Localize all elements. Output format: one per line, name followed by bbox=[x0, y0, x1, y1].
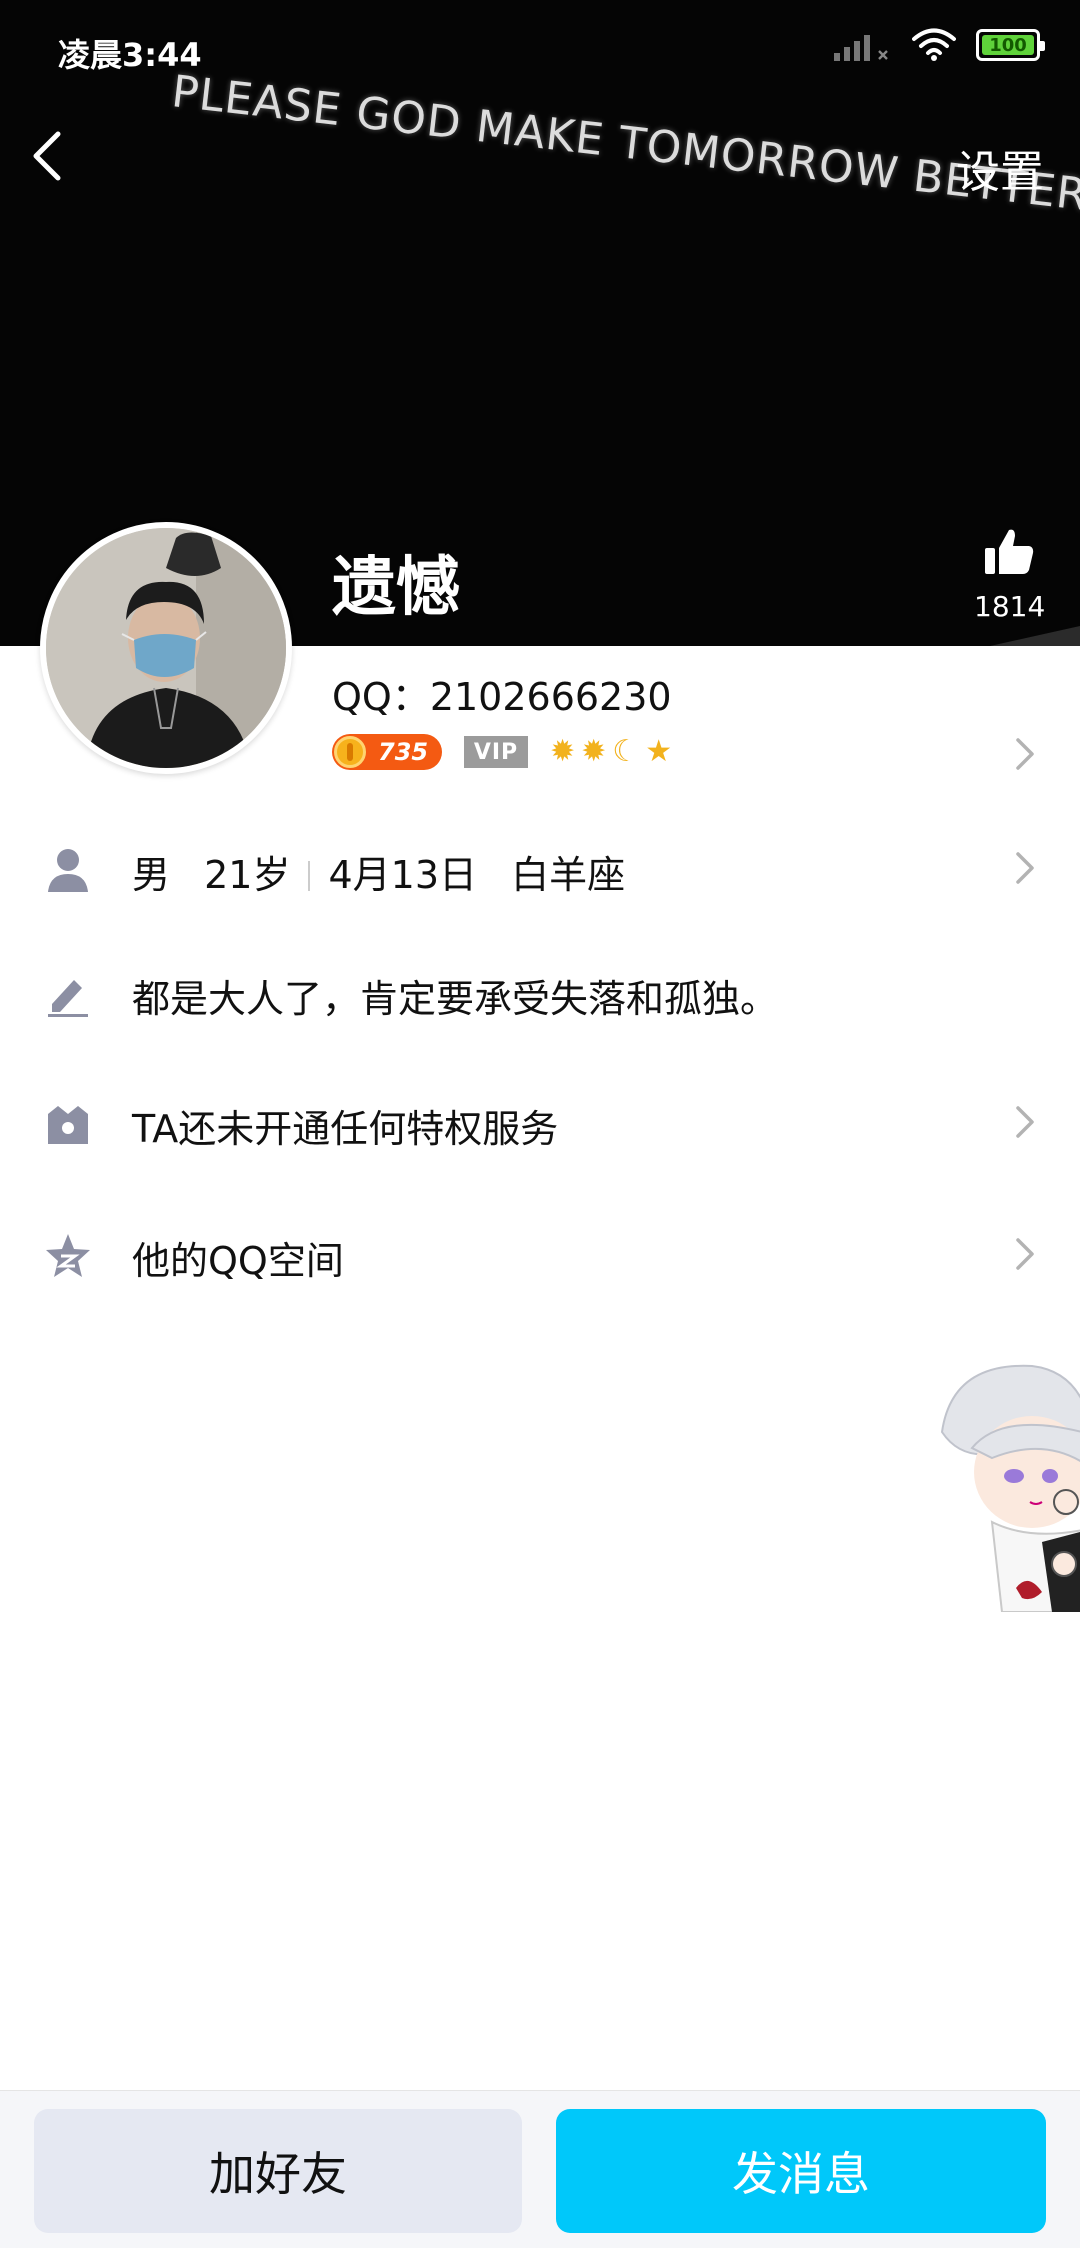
chevron-right-icon bbox=[1016, 1106, 1034, 1138]
privilege-text: TA还未开通任何特权服务 bbox=[132, 1107, 559, 1151]
like-button[interactable]: 1814 bbox=[974, 526, 1046, 623]
status-time: 凌晨3:44 bbox=[58, 36, 202, 74]
battery-icon: 100 bbox=[976, 29, 1045, 61]
coin-icon bbox=[334, 736, 366, 768]
settings-button[interactable]: 设置 bbox=[956, 136, 1044, 200]
cover-banner-text: PLEASE GOD MAKE TOMORROW BETTER bbox=[169, 66, 1080, 222]
vip-badge: VIP bbox=[464, 736, 528, 768]
thumbs-up-icon bbox=[985, 529, 1034, 574]
shop-icon bbox=[48, 1106, 88, 1144]
zodiac: 白羊座 bbox=[511, 853, 626, 897]
signature-text: 都是大人了，肯定要承受失落和孤独。 bbox=[132, 977, 779, 1021]
birthday: 4月13日 bbox=[328, 853, 477, 897]
coin-value: 735 bbox=[378, 738, 429, 766]
add-friend-button[interactable]: 加好友 bbox=[34, 2109, 522, 2233]
level-icons: ✹ ✹ ☾ ★ bbox=[550, 735, 672, 769]
pencil-icon bbox=[48, 980, 88, 1017]
qzone-star-icon bbox=[46, 1234, 90, 1277]
like-count: 1814 bbox=[974, 590, 1046, 623]
badges-row[interactable]: 735 VIP ✹ ✹ ☾ ★ bbox=[332, 734, 672, 770]
profile-name: 遗憾 bbox=[332, 551, 460, 625]
profile-page: PLEASE GOD MAKE TOMORROW BETTER 凌晨3:44 1… bbox=[0, 0, 1080, 2248]
gender: 男 bbox=[132, 853, 171, 897]
sun-icon: ✹ bbox=[581, 734, 607, 769]
status-icons: 100 bbox=[834, 28, 1045, 62]
qzone-text: 他的QQ空间 bbox=[132, 1239, 344, 1283]
mascot-character[interactable] bbox=[932, 1352, 1080, 1612]
avatar[interactable] bbox=[40, 522, 292, 774]
send-message-button[interactable]: 发消息 bbox=[556, 2109, 1046, 2233]
divider bbox=[308, 861, 311, 891]
cover-corner bbox=[990, 626, 1080, 646]
sun-icon: ✹ bbox=[550, 734, 576, 769]
wifi-icon bbox=[912, 28, 956, 61]
star-icon: ★ bbox=[645, 734, 673, 769]
battery-level: 100 bbox=[989, 34, 1027, 56]
privilege-row[interactable]: TA还未开通任何特权服务 bbox=[0, 1072, 1080, 1172]
age: 21岁 bbox=[204, 853, 291, 897]
qq-number[interactable]: QQ：2102666230 bbox=[332, 666, 672, 721]
signal-icon bbox=[834, 29, 892, 61]
anime-character-illustration bbox=[940, 1364, 1080, 1612]
qzone-row[interactable]: 他的QQ空间 bbox=[0, 1204, 1080, 1304]
signature-row[interactable]: 都是大人了，肯定要承受失落和孤独。 bbox=[0, 942, 1080, 1042]
bottom-action-bar: 加好友 发消息 bbox=[0, 2090, 1080, 2248]
person-icon bbox=[48, 849, 88, 892]
back-arrow-icon[interactable] bbox=[28, 126, 68, 186]
chevron-right-icon bbox=[1016, 852, 1034, 884]
basic-info-row[interactable]: 男 21岁 4月13日 白羊座 bbox=[0, 818, 1080, 918]
chevron-right-icon[interactable] bbox=[1014, 736, 1036, 772]
moon-icon: ☾ bbox=[612, 734, 640, 769]
basic-info-text: 男 21岁 4月13日 白羊座 bbox=[132, 844, 625, 899]
chevron-right-icon bbox=[1016, 1238, 1034, 1270]
avatar-photo bbox=[46, 528, 286, 768]
coin-badge: 735 bbox=[332, 734, 442, 770]
